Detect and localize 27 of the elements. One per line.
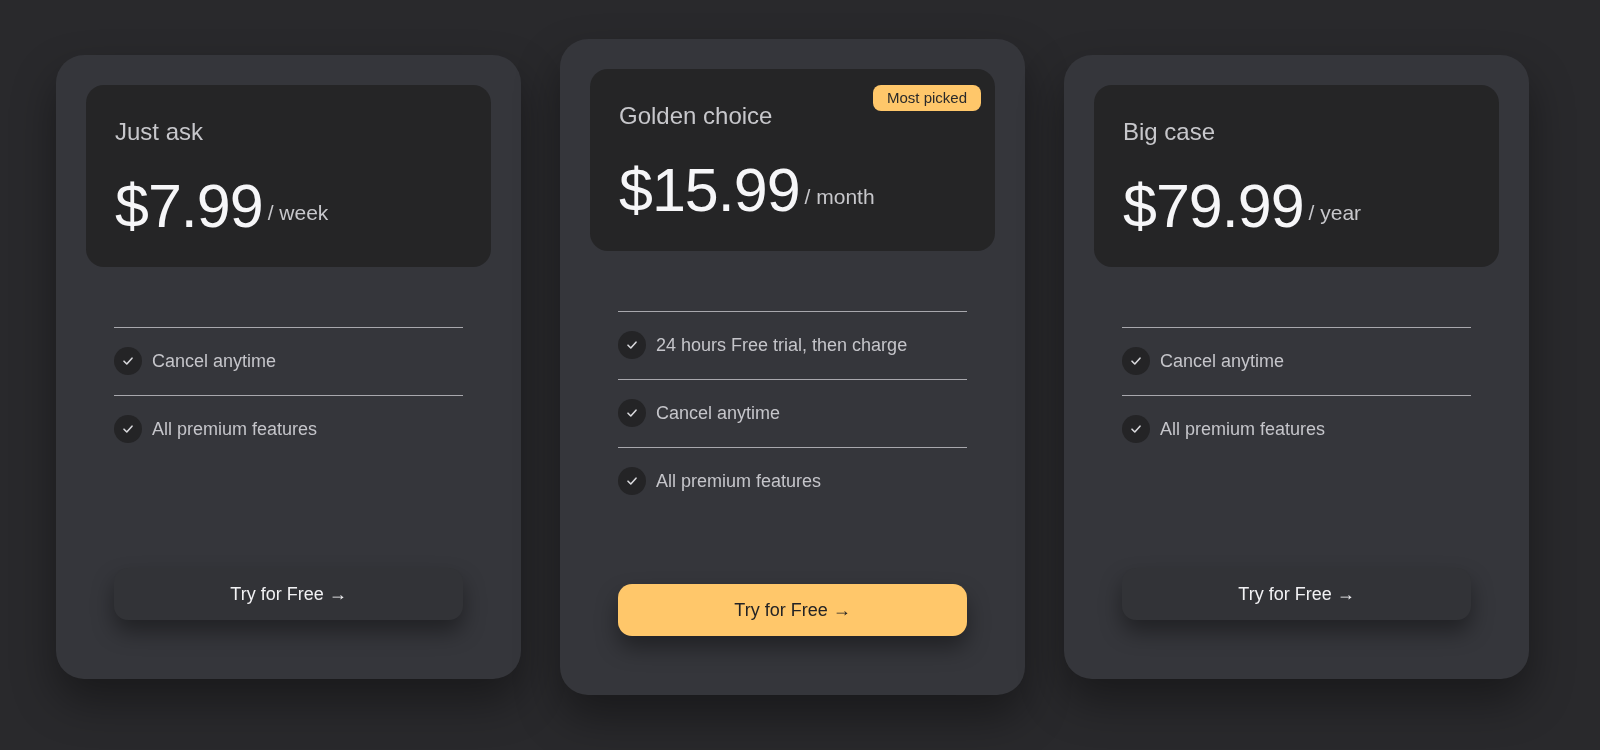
check-icon [1122, 415, 1150, 443]
feature-text: All premium features [656, 470, 822, 493]
price-amount: $7.99 [115, 176, 263, 237]
feature-text: Cancel anytime [656, 402, 781, 425]
price-period: / month [804, 183, 875, 210]
feature-text: All premium features [1160, 418, 1326, 441]
price-period: / year [1308, 199, 1362, 226]
feature-text: Cancel anytime [152, 350, 277, 373]
check-icon [618, 331, 646, 359]
try-free-button[interactable]: Try for Free → [114, 568, 463, 620]
plan-title: Golden choice [619, 101, 773, 130]
feature-text: 24 hours Free trial, then charge [656, 334, 908, 357]
price-amount: $79.99 [1123, 176, 1304, 237]
price-amount: $15.99 [619, 160, 800, 221]
popular-badge: Most picked [872, 85, 981, 111]
check-icon [114, 347, 142, 375]
check-icon [114, 415, 142, 443]
try-free-button[interactable]: Try for Free → [618, 584, 967, 636]
feature-text: All premium features [152, 418, 318, 441]
plan-title: Big case [1123, 117, 1216, 146]
check-icon [1122, 347, 1150, 375]
try-free-button[interactable]: Try for Free → [1122, 568, 1471, 620]
check-icon [618, 467, 646, 495]
plan-title: Just ask [115, 117, 204, 146]
check-icon [618, 399, 646, 427]
feature-text: Cancel anytime [1160, 350, 1285, 373]
price-period: / week [267, 199, 329, 226]
